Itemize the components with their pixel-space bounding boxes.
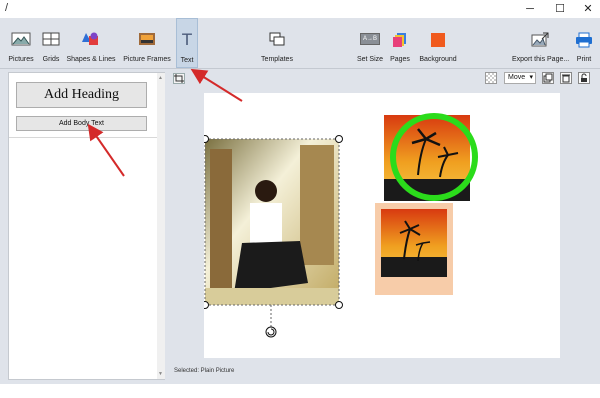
text-panel: Add Heading Add Body Text ▲ ▼ (8, 72, 165, 380)
add-body-text-button[interactable]: Add Body Text (16, 116, 147, 131)
print-button[interactable]: Print (572, 18, 596, 68)
ribbon-toolbar: Pictures Grids Shapes & Lines Picture Fr… (0, 18, 600, 69)
mode-value: Move (508, 74, 526, 81)
print-icon (576, 32, 592, 48)
panel-scrollbar[interactable]: ▲ ▼ (157, 73, 165, 379)
mode-select[interactable]: Move ▾ (504, 72, 536, 84)
crop-icon[interactable] (173, 73, 185, 84)
pictures-icon (11, 32, 31, 46)
window-mark: / (5, 2, 9, 14)
resize-handle[interactable] (335, 301, 343, 309)
framed-sunset-picture[interactable] (375, 203, 453, 295)
chevron-down-icon: ▾ (529, 74, 533, 81)
pages-icon (393, 33, 406, 47)
resize-handle[interactable] (335, 135, 343, 143)
text-label: Text (180, 57, 194, 64)
scroll-down-arrow[interactable]: ▼ (158, 371, 163, 377)
bottom-bar (0, 384, 600, 398)
canvas-artwork (201, 113, 478, 338)
export-icon (531, 32, 549, 47)
design-canvas[interactable] (201, 93, 560, 358)
export-label: Export this Page... (512, 56, 570, 63)
minimize-button[interactable]: ─ (515, 0, 545, 18)
shapes-lines-icon (82, 32, 98, 45)
grids-icon (42, 32, 60, 46)
background-label: Background (419, 56, 457, 63)
rotate-handle-icon[interactable] (265, 326, 277, 338)
templates-label: Templates (261, 56, 293, 63)
print-label: Print (576, 56, 592, 63)
grids-button[interactable]: Grids (38, 18, 64, 68)
add-heading-button[interactable]: Add Heading (16, 82, 147, 108)
lock-icon[interactable] (578, 72, 590, 84)
scroll-up-arrow[interactable]: ▲ (158, 75, 163, 81)
templates-button[interactable]: Templates (258, 18, 296, 68)
set-size-label: Set Size (356, 56, 384, 63)
templates-icon (269, 32, 285, 46)
pages-label: Pages (390, 56, 410, 63)
set-size-icon: A→B (360, 33, 380, 45)
set-size-button[interactable]: A→B Set Size (356, 18, 384, 68)
pages-button[interactable]: Pages (388, 18, 412, 68)
resize-handle[interactable] (201, 301, 209, 309)
trash-icon[interactable] (560, 72, 572, 84)
background-button[interactable]: Background (418, 18, 458, 68)
pictures-label: Pictures (8, 56, 34, 63)
background-icon (431, 33, 445, 47)
maximize-button[interactable]: ☐ (545, 0, 575, 18)
duplicate-icon[interactable] (542, 72, 554, 84)
title-bar: / ─ ☐ ✕ (0, 0, 600, 18)
close-button[interactable]: ✕ (573, 0, 600, 18)
status-text: Selected: Plain Picture (174, 368, 235, 374)
shapes-lines-label: Shapes & Lines (66, 56, 116, 63)
resize-handle[interactable] (201, 135, 209, 143)
picture-frames-icon (139, 33, 155, 45)
text-button[interactable]: T Text (176, 18, 198, 68)
transparency-icon[interactable] (485, 72, 497, 84)
plain-picture[interactable] (205, 139, 339, 305)
picture-frames-button[interactable]: Picture Frames (122, 18, 172, 68)
shapes-lines-button[interactable]: Shapes & Lines (66, 18, 116, 68)
grids-label: Grids (42, 56, 60, 63)
text-icon: T (182, 30, 192, 49)
pictures-button[interactable]: Pictures (4, 18, 38, 68)
picture-frames-label: Picture Frames (123, 56, 171, 63)
panel-divider (9, 137, 157, 138)
export-page-button[interactable]: Export this Page... (512, 18, 570, 68)
